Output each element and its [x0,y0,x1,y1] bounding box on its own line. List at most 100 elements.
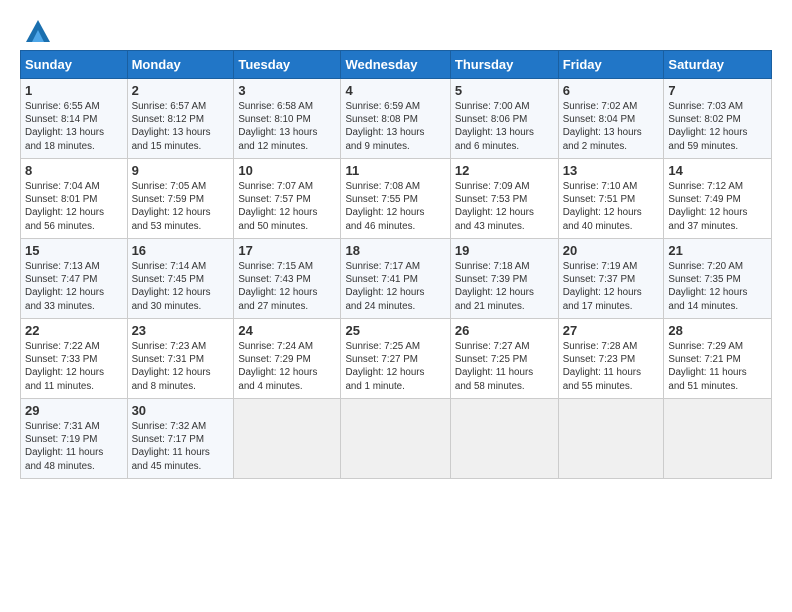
calendar-cell [341,399,450,479]
day-number: 18 [345,243,445,258]
calendar-cell: 18 Sunrise: 7:17 AM Sunset: 7:41 PM Dayli… [341,239,450,319]
calendar-cell: 7 Sunrise: 7:03 AM Sunset: 8:02 PM Daylig… [664,79,772,159]
day-info: Sunrise: 7:13 AM Sunset: 7:47 PM Dayligh… [25,260,123,313]
day-number: 21 [668,243,767,258]
calendar-cell: 16 Sunrise: 7:14 AM Sunset: 7:45 PM Dayli… [127,239,234,319]
calendar-cell: 17 Sunrise: 7:15 AM Sunset: 7:43 PM Dayli… [234,239,341,319]
calendar-cell: 4Sunrise: 6:59 AM Sunset: 8:08 PM Daylig… [341,79,450,159]
weekday-header-saturday: Saturday [664,51,772,79]
calendar-cell [558,399,664,479]
day-info: Sunrise: 7:28 AM Sunset: 7:23 PM Dayligh… [563,340,660,393]
day-info: Sunrise: 7:27 AM Sunset: 7:25 PM Dayligh… [455,340,554,393]
day-number: 11 [345,163,445,178]
calendar-cell: 3Sunrise: 6:58 AM Sunset: 8:10 PM Daylig… [234,79,341,159]
weekday-header-wednesday: Wednesday [341,51,450,79]
day-number: 2 [132,83,230,98]
header [20,16,772,40]
calendar-row-4: 22 Sunrise: 7:22 AM Sunset: 7:33 PM Dayli… [21,319,772,399]
day-number: 17 [238,243,336,258]
calendar-cell: 22 Sunrise: 7:22 AM Sunset: 7:33 PM Dayli… [21,319,128,399]
day-number: 13 [563,163,660,178]
day-number: 22 [25,323,123,338]
day-number: 30 [132,403,230,418]
calendar-cell: 24 Sunrise: 7:24 AM Sunset: 7:29 PM Dayli… [234,319,341,399]
day-number: 10 [238,163,336,178]
calendar-cell [664,399,772,479]
day-number: 19 [455,243,554,258]
day-info: Sunrise: 7:10 AM Sunset: 7:51 PM Dayligh… [563,180,660,233]
calendar-cell [450,399,558,479]
day-info: Sunrise: 7:22 AM Sunset: 7:33 PM Dayligh… [25,340,123,393]
day-info: Sunrise: 7:02 AM Sunset: 8:04 PM Dayligh… [563,100,660,153]
day-info: Sunrise: 7:15 AM Sunset: 7:43 PM Dayligh… [238,260,336,313]
day-info: Sunrise: 7:05 AM Sunset: 7:59 PM Dayligh… [132,180,230,233]
day-number: 9 [132,163,230,178]
day-number: 15 [25,243,123,258]
day-number: 12 [455,163,554,178]
calendar-cell: 26Sunrise: 7:27 AM Sunset: 7:25 PM Dayli… [450,319,558,399]
day-number: 5 [455,83,554,98]
day-info: Sunrise: 7:08 AM Sunset: 7:55 PM Dayligh… [345,180,445,233]
day-info: Sunrise: 6:57 AM Sunset: 8:12 PM Dayligh… [132,100,230,153]
calendar-cell: 5 Sunrise: 7:00 AM Sunset: 8:06 PM Daylig… [450,79,558,159]
calendar-cell: 21 Sunrise: 7:20 AM Sunset: 7:35 PM Dayli… [664,239,772,319]
calendar-cell: 23 Sunrise: 7:23 AM Sunset: 7:31 PM Dayli… [127,319,234,399]
calendar-cell: 19 Sunrise: 7:18 AM Sunset: 7:39 PM Dayli… [450,239,558,319]
calendar-cell: 13 Sunrise: 7:10 AM Sunset: 7:51 PM Dayli… [558,159,664,239]
calendar-cell: 1 Sunrise: 6:55 AM Sunset: 8:14 PM Daylig… [21,79,128,159]
calendar-cell: 9 Sunrise: 7:05 AM Sunset: 7:59 PM Daylig… [127,159,234,239]
calendar-row-1: 1 Sunrise: 6:55 AM Sunset: 8:14 PM Daylig… [21,79,772,159]
calendar-cell: 8 Sunrise: 7:04 AM Sunset: 8:01 PM Daylig… [21,159,128,239]
day-info: Sunrise: 7:14 AM Sunset: 7:45 PM Dayligh… [132,260,230,313]
calendar-cell: 15 Sunrise: 7:13 AM Sunset: 7:47 PM Dayli… [21,239,128,319]
day-info: Sunrise: 7:04 AM Sunset: 8:01 PM Dayligh… [25,180,123,233]
calendar-cell: 11 Sunrise: 7:08 AM Sunset: 7:55 PM Dayli… [341,159,450,239]
weekday-header-friday: Friday [558,51,664,79]
weekday-header-thursday: Thursday [450,51,558,79]
day-number: 8 [25,163,123,178]
day-info: Sunrise: 7:07 AM Sunset: 7:57 PM Dayligh… [238,180,336,233]
weekday-header-row: SundayMondayTuesdayWednesdayThursdayFrid… [21,51,772,79]
day-info: Sunrise: 7:12 AM Sunset: 7:49 PM Dayligh… [668,180,767,233]
day-number: 7 [668,83,767,98]
day-info: Sunrise: 6:58 AM Sunset: 8:10 PM Dayligh… [238,100,336,153]
calendar-cell [234,399,341,479]
day-info: Sunrise: 7:20 AM Sunset: 7:35 PM Dayligh… [668,260,767,313]
day-number: 1 [25,83,123,98]
calendar-cell: 14 Sunrise: 7:12 AM Sunset: 7:49 PM Dayli… [664,159,772,239]
weekday-header-tuesday: Tuesday [234,51,341,79]
calendar-cell: 25 Sunrise: 7:25 AM Sunset: 7:27 PM Dayli… [341,319,450,399]
calendar-cell: 20 Sunrise: 7:19 AM Sunset: 7:37 PM Dayli… [558,239,664,319]
calendar-cell: 28 Sunrise: 7:29 AM Sunset: 7:21 PM Dayli… [664,319,772,399]
logo [20,16,52,40]
day-info: Sunrise: 7:03 AM Sunset: 8:02 PM Dayligh… [668,100,767,153]
calendar-cell: 30 Sunrise: 7:32 AM Sunset: 7:17 PM Dayli… [127,399,234,479]
weekday-header-sunday: Sunday [21,51,128,79]
day-number: 16 [132,243,230,258]
calendar-row-3: 15 Sunrise: 7:13 AM Sunset: 7:47 PM Dayli… [21,239,772,319]
weekday-header-monday: Monday [127,51,234,79]
day-info: Sunrise: 6:55 AM Sunset: 8:14 PM Dayligh… [25,100,123,153]
day-number: 23 [132,323,230,338]
day-info: Sunrise: 7:25 AM Sunset: 7:27 PM Dayligh… [345,340,445,393]
day-info: Sunrise: 7:31 AM Sunset: 7:19 PM Dayligh… [25,420,123,473]
day-info: Sunrise: 7:00 AM Sunset: 8:06 PM Dayligh… [455,100,554,153]
day-number: 24 [238,323,336,338]
day-info: Sunrise: 7:23 AM Sunset: 7:31 PM Dayligh… [132,340,230,393]
calendar-cell: 2 Sunrise: 6:57 AM Sunset: 8:12 PM Daylig… [127,79,234,159]
day-info: Sunrise: 7:32 AM Sunset: 7:17 PM Dayligh… [132,420,230,473]
day-number: 20 [563,243,660,258]
day-info: Sunrise: 7:19 AM Sunset: 7:37 PM Dayligh… [563,260,660,313]
day-number: 25 [345,323,445,338]
day-number: 4 [345,83,445,98]
day-number: 28 [668,323,767,338]
day-info: Sunrise: 7:09 AM Sunset: 7:53 PM Dayligh… [455,180,554,233]
day-info: Sunrise: 7:29 AM Sunset: 7:21 PM Dayligh… [668,340,767,393]
calendar-cell: 29Sunrise: 7:31 AM Sunset: 7:19 PM Dayli… [21,399,128,479]
day-info: Sunrise: 7:18 AM Sunset: 7:39 PM Dayligh… [455,260,554,313]
day-info: Sunrise: 7:24 AM Sunset: 7:29 PM Dayligh… [238,340,336,393]
calendar-row-2: 8 Sunrise: 7:04 AM Sunset: 8:01 PM Daylig… [21,159,772,239]
calendar-cell: 12 Sunrise: 7:09 AM Sunset: 7:53 PM Dayli… [450,159,558,239]
day-number: 14 [668,163,767,178]
day-info: Sunrise: 7:17 AM Sunset: 7:41 PM Dayligh… [345,260,445,313]
